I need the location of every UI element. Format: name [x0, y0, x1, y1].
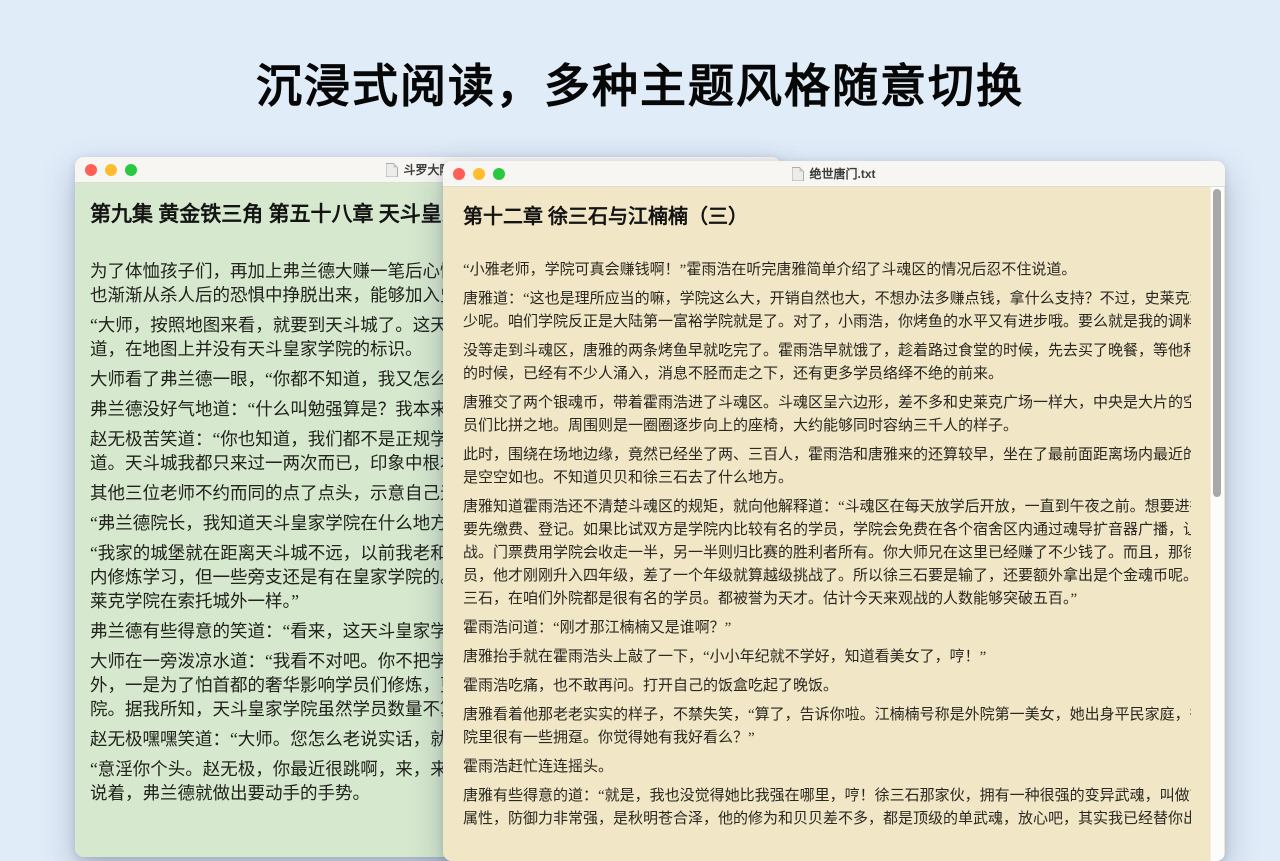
window-title-text: 绝世唐门.txt	[809, 165, 875, 182]
paragraph: 唐雅看着他那老老实实的样子，不禁失笑，“算了，告诉你啦。江楠楠号称是外院第一美女…	[463, 704, 1191, 750]
window-title: 绝世唐门.txt	[443, 161, 1225, 186]
text-line: 唐雅有些得意的道：“就是，我也没觉得她比我强在哪里，哼！徐三石那家伙，拥有一种很…	[463, 785, 1191, 808]
text-line: 院里很有一些拥趸。你觉得她有我好看么？”	[463, 727, 1191, 750]
paragraph: 唐雅有些得意的道：“就是，我也没觉得她比我强在哪里，哼！徐三石那家伙，拥有一种很…	[463, 785, 1191, 831]
text-line: 唐雅看着他那老老实实的样子，不禁失笑，“算了，告诉你啦。江楠楠号称是外院第一美女…	[463, 704, 1191, 727]
paragraph: 唐雅抬手就在霍雨浩头上敲了一下，“小小年纪就不学好，知道看美女了，哼！”	[463, 646, 1191, 669]
right-window-titlebar[interactable]: 绝世唐门.txt	[443, 161, 1225, 187]
minimize-button[interactable]	[105, 164, 117, 176]
text-line: 三石，在咱们外院都是很有名的学员。都被誉为天才。估计今天来观战的人数能够突破五百…	[463, 588, 1191, 611]
text-line: 此时，围绕在场地边缘，竟然已经坐了两、三百人，霍雨浩和唐雅来的还算较早，坐在了最…	[463, 444, 1191, 467]
paragraph: “小雅老师，学院可真会赚钱啊！”霍雨浩在听完唐雅简单介绍了斗魂区的情况后忍不住说…	[463, 259, 1191, 282]
zoom-button[interactable]	[493, 168, 505, 180]
text-line: 是空空如也。不知道贝贝和徐三石去了什么地方。	[463, 467, 1191, 490]
document-icon	[386, 163, 398, 177]
paragraph: 唐雅知道霍雨浩还不清楚斗魂区的规矩，就向他解释道：“斗魂区在每天放学后开放，一直…	[463, 496, 1191, 611]
text-line: 唐雅道：“这也是理所应当的嘛，学院这么大，开销自然也大，不想办法多赚点钱，拿什么…	[463, 288, 1191, 311]
text-line: 唐雅抬手就在霍雨浩头上敲了一下，“小小年纪就不学好，知道看美女了，哼！”	[463, 646, 1191, 669]
text-line: 属性，防御力非常强，是秋明苍合泽，他的修为和贝贝差不多，都是顶级的单武魂，放心吧…	[463, 808, 1191, 831]
text-line: 少呢。咱们学院反正是大陆第一富裕学院就是了。对了，小雨浩，你烤鱼的水平又有进步哦…	[463, 311, 1191, 334]
hero-title: 沉浸式阅读，多种主题风格随意切换	[0, 50, 1280, 116]
traffic-lights	[453, 168, 505, 180]
reader-window-jueshi-tangmen: 绝世唐门.txt 第十二章 徐三石与江楠楠（三） “小雅老师，学院可真会赚钱啊！…	[443, 161, 1225, 861]
text-line: 霍雨浩赶忙连连摇头。	[463, 756, 1191, 779]
chapter-heading: 第十二章 徐三石与江楠楠（三）	[463, 203, 1191, 231]
paragraph: 此时，围绕在场地边缘，竟然已经坐了两、三百人，霍雨浩和唐雅来的还算较早，坐在了最…	[463, 444, 1191, 490]
text-line: 唐雅交了两个银魂币，带着霍雨浩进了斗魂区。斗魂区呈六边形，差不多和史莱克广场一样…	[463, 392, 1191, 415]
minimize-button[interactable]	[473, 168, 485, 180]
paragraph: 没等走到斗魂区，唐雅的两条烤鱼早就吃完了。霍雨浩早就饿了，趁着路过食堂的时候，先…	[463, 340, 1191, 386]
text-line: 要先缴费、登记。如果比试双方是学院内比较有名的学员，学院会免费在各个宿舍区内通过…	[463, 519, 1191, 542]
paragraph: 霍雨浩赶忙连连摇头。	[463, 756, 1191, 779]
chapter-text: “小雅老师，学院可真会赚钱啊！”霍雨浩在听完唐雅简单介绍了斗魂区的情况后忍不住说…	[463, 259, 1191, 831]
text-line: 没等走到斗魂区，唐雅的两条烤鱼早就吃完了。霍雨浩早就饿了，趁着路过食堂的时候，先…	[463, 340, 1191, 363]
scrollbar-thumb[interactable]	[1213, 189, 1221, 497]
zoom-button[interactable]	[125, 164, 137, 176]
close-button[interactable]	[85, 164, 97, 176]
document-icon	[792, 167, 804, 181]
text-line: 霍雨浩问道：“刚才那江楠楠又是谁啊？”	[463, 617, 1191, 640]
paragraph: 霍雨浩问道：“刚才那江楠楠又是谁啊？”	[463, 617, 1191, 640]
text-line: 的时候，已经有不少人涌入，消息不胫而走之下，还有更多学员络绎不绝的前来。	[463, 363, 1191, 386]
text-line: 员们比拼之地。周围则是一圈圈逐步向上的座椅，大约能够同时容纳三千人的样子。	[463, 415, 1191, 438]
text-line: “小雅老师，学院可真会赚钱啊！”霍雨浩在听完唐雅简单介绍了斗魂区的情况后忍不住说…	[463, 259, 1191, 282]
text-line: 唐雅知道霍雨浩还不清楚斗魂区的规矩，就向他解释道：“斗魂区在每天放学后开放，一直…	[463, 496, 1191, 519]
paragraph: 唐雅道：“这也是理所应当的嘛，学院这么大，开销自然也大，不想办法多赚点钱，拿什么…	[463, 288, 1191, 334]
text-line: 霍雨浩吃痛，也不敢再问。打开自己的饭盒吃起了晚饭。	[463, 675, 1191, 698]
close-button[interactable]	[453, 168, 465, 180]
paragraph: 唐雅交了两个银魂币，带着霍雨浩进了斗魂区。斗魂区呈六边形，差不多和史莱克广场一样…	[463, 392, 1191, 438]
scrollbar-track[interactable]	[1210, 187, 1224, 861]
text-line: 战。门票费用学院会收走一半，另一半则归比赛的胜利者所有。你大师兄在这里已经赚了不…	[463, 542, 1191, 565]
reader-content-cream-theme: 第十二章 徐三石与江楠楠（三） “小雅老师，学院可真会赚钱啊！”霍雨浩在听完唐雅…	[443, 187, 1225, 861]
text-line: 员，他才刚刚升入四年级，差了一个年级就算越级挑战了。所以徐三石要是输了，还要额外…	[463, 565, 1191, 588]
paragraph: 霍雨浩吃痛，也不敢再问。打开自己的饭盒吃起了晚饭。	[463, 675, 1191, 698]
traffic-lights	[85, 164, 137, 176]
